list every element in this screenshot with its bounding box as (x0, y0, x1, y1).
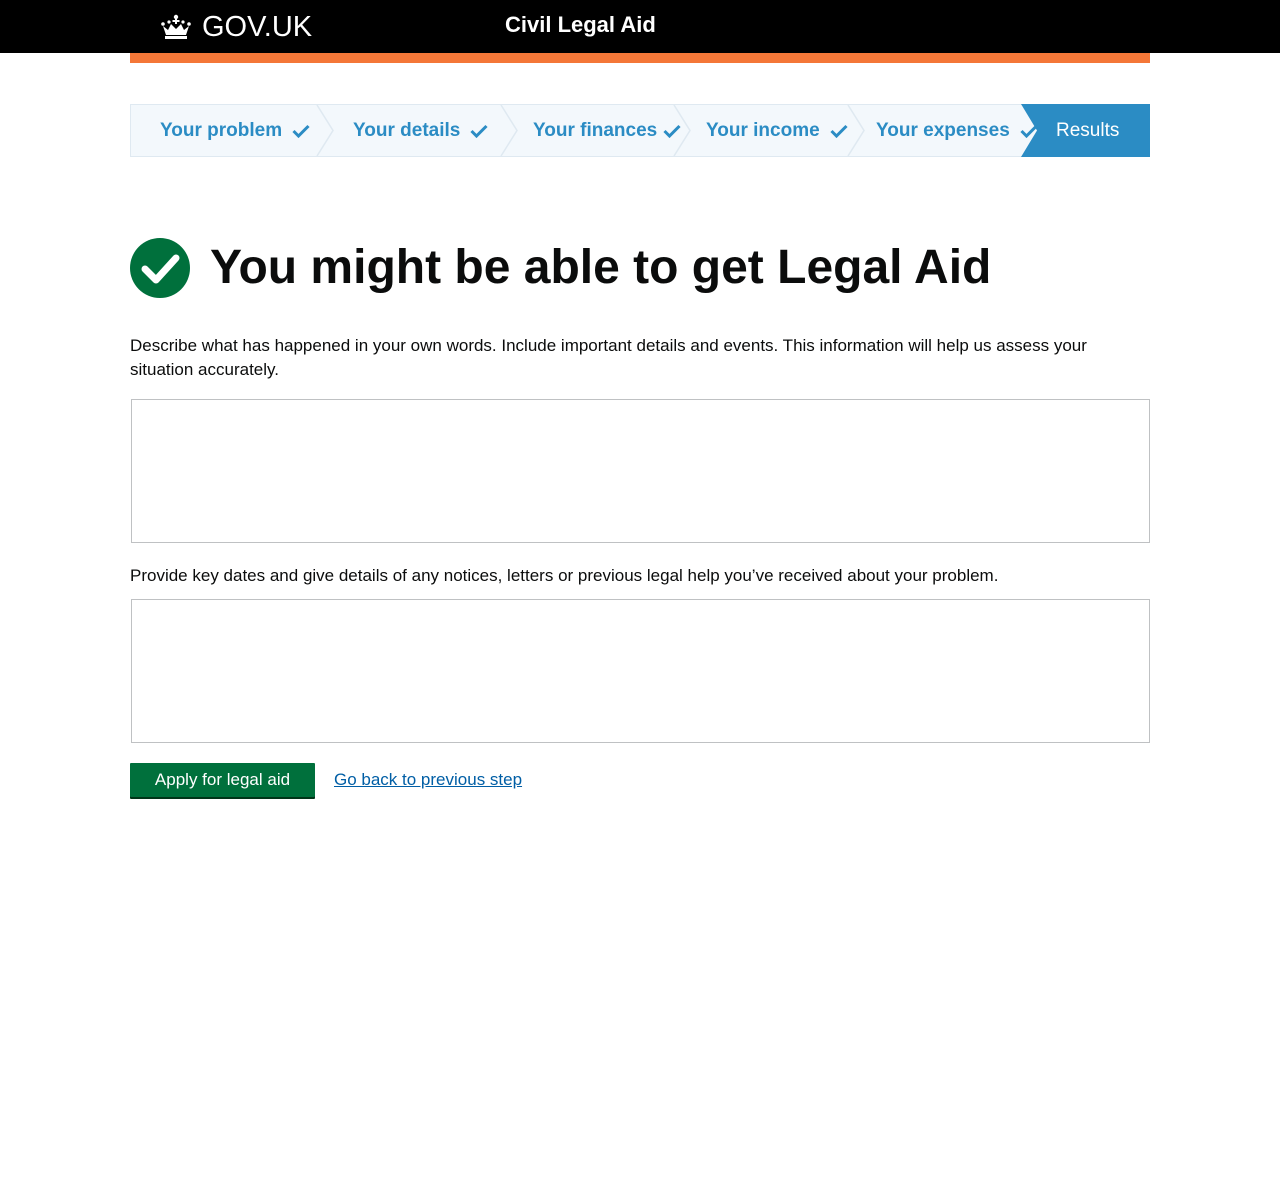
tick-icon (830, 124, 848, 138)
step-your-details[interactable]: Your details (353, 105, 488, 156)
step-results-current: Results (1021, 104, 1150, 157)
crown-icon (160, 14, 192, 40)
step-divider (500, 105, 518, 156)
step-divider (673, 105, 691, 156)
key-dates-label: Provide key dates and give details of an… (130, 566, 999, 585)
go-back-link[interactable]: Go back to previous step (334, 768, 522, 792)
progress-steps: Your problem Your details Your finances … (130, 104, 1150, 157)
step-label: Results (1056, 120, 1120, 141)
site-header: GOV.UK Civil Legal Aid (0, 0, 1280, 53)
describe-problem-label: Describe what has happened in your own w… (130, 336, 1087, 379)
step-label: Your finances (533, 119, 658, 141)
describe-problem-textarea[interactable] (131, 399, 1150, 543)
check-circle-icon (130, 238, 190, 298)
govuk-logo-link[interactable]: GOV.UK (160, 10, 312, 44)
apply-for-legal-aid-button[interactable]: Apply for legal aid (130, 763, 315, 797)
service-name-link[interactable]: Civil Legal Aid (505, 11, 656, 39)
step-divider (316, 105, 334, 156)
step-your-income[interactable]: Your income (706, 105, 848, 156)
page-title: You might be able to get Legal Aid (210, 241, 992, 294)
step-your-expenses[interactable]: Your expenses (876, 105, 1038, 156)
step-your-problem[interactable]: Your problem (160, 105, 310, 156)
step-label: Your problem (160, 119, 283, 141)
key-dates-textarea[interactable] (131, 599, 1150, 743)
logo-text: GOV.UK (202, 11, 313, 43)
step-divider (847, 105, 865, 156)
step-your-finances[interactable]: Your finances (533, 105, 681, 156)
tick-icon (470, 124, 488, 138)
step-label: Your details (353, 119, 461, 141)
header-stripe (130, 53, 1150, 63)
step-label: Your income (706, 119, 820, 141)
step-label: Your expenses (876, 119, 1010, 141)
tick-icon (292, 124, 310, 138)
